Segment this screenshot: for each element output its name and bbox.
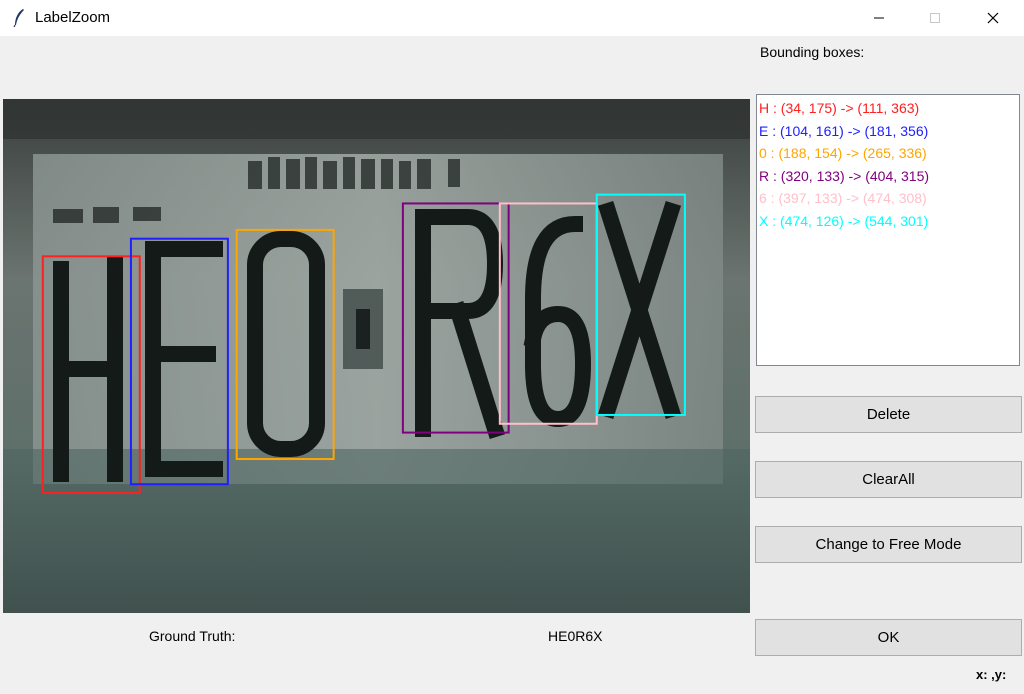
- bbox-list-item[interactable]: X : (474, 126) -> (544, 301): [757, 210, 1019, 233]
- minimize-button[interactable]: [850, 0, 908, 36]
- maximize-button[interactable]: [906, 0, 964, 36]
- change-mode-button[interactable]: Change to Free Mode: [755, 526, 1022, 563]
- bbox-x[interactable]: [595, 193, 686, 416]
- bbox-list-item[interactable]: 0 : (188, 154) -> (265, 336): [757, 142, 1019, 165]
- bbox-e[interactable]: [129, 237, 229, 486]
- bbox-0[interactable]: [235, 228, 335, 461]
- bbox-list-item[interactable]: R : (320, 133) -> (404, 315): [757, 165, 1019, 188]
- clear-all-button[interactable]: ClearAll: [755, 461, 1022, 498]
- minimize-icon: [874, 17, 884, 19]
- delete-button[interactable]: Delete: [755, 396, 1022, 433]
- title-bar: LabelZoom: [0, 0, 1024, 36]
- bbox-r[interactable]: [401, 202, 510, 434]
- bbox-list-item[interactable]: E : (104, 161) -> (181, 356): [757, 120, 1019, 143]
- close-icon: [987, 12, 999, 24]
- cursor-coordinates: x: ,y:: [976, 667, 1007, 682]
- bbox-list-item[interactable]: 6 : (397, 133) -> (474, 308): [757, 187, 1019, 210]
- maximize-icon: [930, 13, 940, 23]
- ground-truth-label: Ground Truth:: [149, 628, 236, 644]
- ground-truth-value: HE0R6X: [548, 628, 603, 644]
- close-button[interactable]: [964, 0, 1022, 36]
- feather-icon: [13, 9, 24, 28]
- bbox-list-item[interactable]: H : (34, 175) -> (111, 363): [757, 97, 1019, 120]
- bbox-h[interactable]: [41, 255, 141, 495]
- bbox-6[interactable]: [498, 202, 598, 425]
- image-canvas[interactable]: [3, 99, 750, 613]
- window-title: LabelZoom: [35, 9, 111, 26]
- ok-button[interactable]: OK: [755, 619, 1022, 656]
- bbox-listbox[interactable]: H : (34, 175) -> (111, 363) E : (104, 161…: [756, 94, 1020, 366]
- bbox-overlay: [41, 193, 686, 495]
- app-window: LabelZoom Bounding boxes: H: (34, 175) …: [0, 0, 1024, 694]
- bounding-boxes-heading: Bounding boxes:: [760, 44, 865, 60]
